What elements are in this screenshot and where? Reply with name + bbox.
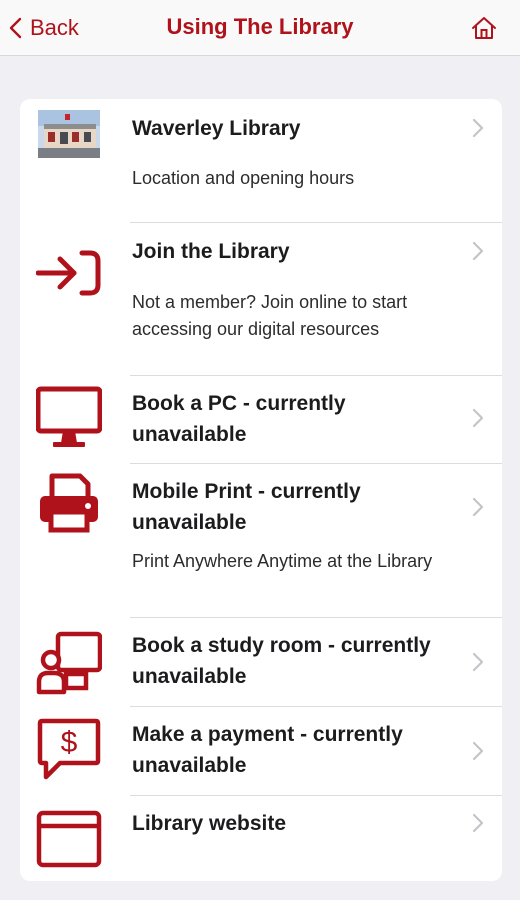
row-subtitle: Print Anywhere Anytime at the Library [132, 551, 433, 571]
payment-icon: $ [36, 717, 102, 783]
row-title: Book a PC - currently unavailable [132, 392, 346, 446]
sign-in-icon [35, 235, 102, 301]
page-title: Using The Library [166, 14, 354, 39]
row-title: Book a study room - currently unavailabl… [132, 634, 431, 688]
chevron-right-icon [472, 118, 484, 138]
chevron-right-icon [472, 241, 484, 261]
chevron-right-icon [472, 497, 484, 517]
row-subtitle: Location and opening hours [132, 168, 355, 188]
home-button[interactable] [470, 14, 498, 42]
chevron-right-icon [472, 408, 484, 428]
row-title: Library website [132, 812, 287, 835]
monitor-icon [35, 386, 103, 452]
svg-text:$: $ [61, 726, 78, 759]
list-item-mobile-print[interactable]: Mobile Print - currently unavailable Pri… [20, 464, 502, 617]
row-title: Waverley Library [132, 117, 301, 140]
list-item-join-library[interactable]: Join the Library Not a member? Join onli… [20, 223, 502, 375]
row-title: Mobile Print - currently unavailable [132, 480, 361, 534]
library-photo [38, 110, 100, 158]
chevron-right-icon [472, 652, 484, 672]
study-room-icon [36, 630, 103, 696]
row-title: Make a payment - currently unavailable [132, 723, 403, 777]
row-subtitle: Not a member? Join online to start acces… [132, 292, 408, 339]
home-icon [472, 17, 496, 39]
chevron-right-icon [472, 813, 484, 833]
menu-card: Waverley Library Location and opening ho… [20, 99, 502, 881]
printer-icon [36, 470, 102, 536]
list-item-make-payment[interactable]: $ Make a payment - currently unavailable [20, 707, 502, 795]
browser-window-icon [36, 810, 102, 876]
row-title: Join the Library [132, 240, 290, 263]
list-item-library-website[interactable]: Library website [20, 796, 502, 881]
chevron-right-icon [472, 741, 484, 761]
list-item-waverley-library[interactable]: Waverley Library Location and opening ho… [20, 99, 502, 221]
navigation-bar: Back Using The Library [0, 0, 520, 56]
list-item-book-study-room[interactable]: Book a study room - currently unavailabl… [20, 618, 502, 706]
list-item-book-pc[interactable]: Book a PC - currently unavailable [20, 376, 502, 463]
